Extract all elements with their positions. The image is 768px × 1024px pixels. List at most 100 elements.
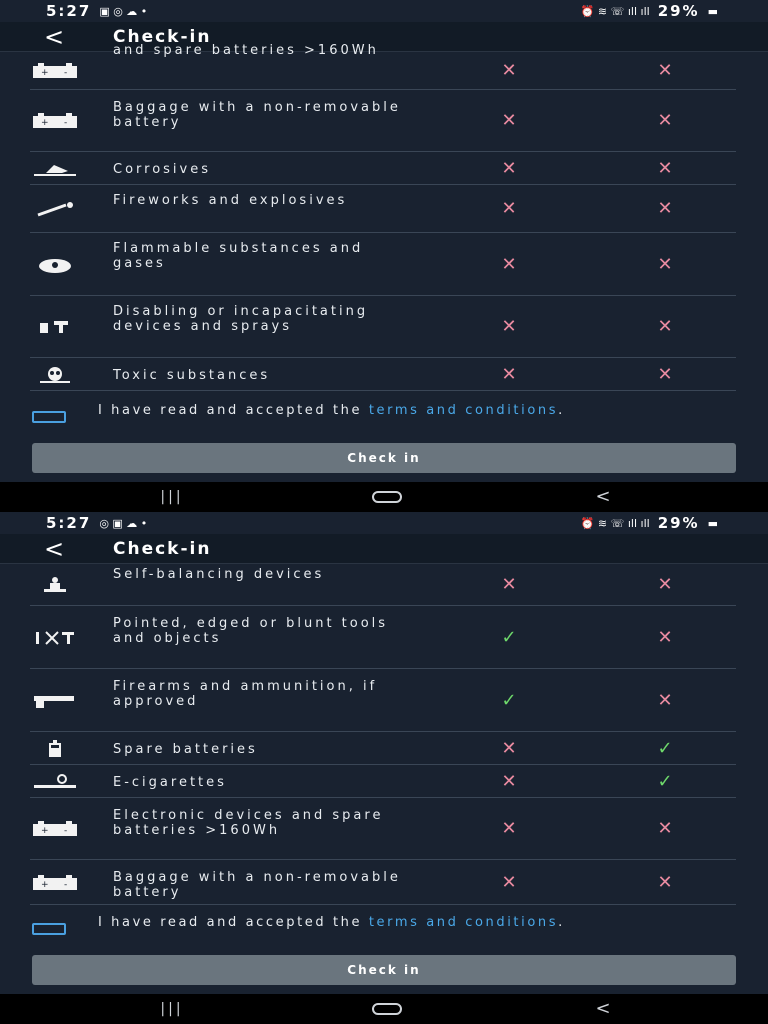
svg-text:-: -	[64, 118, 67, 128]
hold-cross-icon: ✕	[657, 316, 673, 337]
back-arrow-icon[interactable]: <	[44, 534, 64, 564]
row-divider	[30, 390, 736, 391]
list-item: Toxic substances ✕ ✕	[0, 358, 768, 391]
gun-icon	[30, 691, 80, 711]
terms-row[interactable]: I have read and accepted the terms and c…	[0, 907, 768, 953]
system-icons: ⏰ ≋ ☏ ıll ıll	[580, 4, 650, 18]
hold-cross-icon: ✕	[657, 818, 673, 839]
row-divider	[30, 904, 736, 905]
system-nav-bar: ||| <	[0, 994, 768, 1024]
page-title: Check-in	[113, 539, 212, 559]
hoverboard-icon	[30, 575, 80, 595]
svg-text:+: +	[41, 826, 49, 836]
battery-pack-icon: + -	[30, 61, 80, 81]
cabin-check-icon: ✓	[501, 626, 517, 648]
svg-text:+: +	[41, 880, 49, 890]
hold-cross-icon: ✕	[657, 871, 673, 893]
list-item: Corrosives ✕ ✕	[0, 152, 768, 185]
cabin-cross-icon: ✕	[501, 253, 517, 275]
hold-cross-icon: ✕	[657, 573, 673, 595]
list-item: Flammable substances and gases ✕ ✕	[0, 233, 768, 296]
cabin-cross-icon: ✕	[501, 316, 517, 337]
skull-icon	[30, 365, 80, 385]
item-label: and spare batteries >160Wh	[113, 43, 379, 58]
tools-icon	[30, 628, 80, 648]
hold-check-icon: ✓	[657, 770, 673, 792]
battery-icon: ▬	[707, 4, 718, 18]
system-back-icon[interactable]: <	[583, 482, 623, 512]
hold-cross-icon: ✕	[657, 253, 673, 275]
item-label: Self-balancing devices	[113, 567, 325, 582]
item-label: Baggage with a non-removable battery	[113, 100, 401, 130]
item-label: Flammable substances and gases	[113, 241, 364, 271]
status-time: 5:27	[46, 2, 92, 20]
back-arrow-icon[interactable]: <	[44, 22, 64, 52]
system-icons: ⏰ ≋ ☏ ıll ıll	[580, 516, 650, 530]
recent-apps-icon[interactable]: |||	[152, 994, 192, 1024]
spray-icon	[30, 317, 80, 337]
svg-text:+: +	[41, 118, 49, 128]
item-label: Electronic devices and spare batteries >…	[113, 808, 384, 838]
item-label: Fireworks and explosives	[113, 193, 348, 208]
corrosives-icon	[30, 159, 80, 179]
list-item: + - Baggage with a non-removable battery ✕ ✕	[0, 860, 768, 905]
cabin-cross-icon: ✕	[501, 198, 517, 219]
hold-cross-icon: ✕	[657, 689, 673, 711]
battery-pack-icon: + -	[30, 819, 80, 839]
battery-percent: 29%	[657, 2, 700, 20]
list-item: Self-balancing devices ✕ ✕	[0, 563, 768, 606]
screen-bottom: 5:27 ◎ ▣ ☁ • ⏰ ≋ ☏ ıll ıll 29% ▬ < Check…	[0, 512, 768, 1024]
battery-icon: ▬	[707, 516, 718, 530]
battery-pack-icon: + -	[30, 873, 80, 893]
list-item: + - and spare batteries >160Wh ✕ ✕	[0, 43, 768, 90]
system-back-icon[interactable]: <	[583, 994, 623, 1024]
item-label: Disabling or incapacitating devices and …	[113, 304, 369, 334]
home-icon[interactable]	[367, 994, 407, 1024]
notification-icons: ◎ ▣ ☁ •	[99, 516, 148, 530]
list-item: Pointed, edged or blunt tools and object…	[0, 606, 768, 669]
item-label: E-cigarettes	[113, 775, 227, 790]
system-nav-bar: ||| <	[0, 482, 768, 512]
hold-cross-icon: ✕	[657, 363, 673, 385]
terms-link[interactable]: terms and conditions	[369, 915, 558, 930]
status-bar: 5:27 ▣ ◎ ☁ • ⏰ ≋ ☏ ıll ıll 29% ▬	[0, 0, 768, 22]
list-item: Firearms and ammunition, if approved ✓ ✕	[0, 669, 768, 732]
terms-text: I have read and accepted the terms and c…	[98, 403, 565, 418]
check-in-button[interactable]: Check in	[32, 955, 736, 985]
item-label: Firearms and ammunition, if approved	[113, 679, 378, 709]
list-item: Disabling or incapacitating devices and …	[0, 296, 768, 358]
list-item: + - Baggage with a non-removable battery ✕ ✕	[0, 90, 768, 152]
list-item: Fireworks and explosives ✕ ✕	[0, 185, 768, 233]
flame-icon	[30, 255, 80, 275]
terms-row[interactable]: I have read and accepted the terms and c…	[0, 395, 768, 441]
cabin-cross-icon: ✕	[501, 871, 517, 893]
hold-cross-icon: ✕	[657, 110, 673, 131]
terms-checkbox[interactable]	[32, 411, 66, 423]
status-time: 5:27	[46, 514, 92, 532]
cabin-cross-icon: ✕	[501, 737, 517, 759]
item-label: Pointed, edged or blunt tools and object…	[113, 616, 389, 646]
status-bar: 5:27 ◎ ▣ ☁ • ⏰ ≋ ☏ ıll ıll 29% ▬	[0, 512, 768, 534]
list-item: Spare batteries ✕ ✓	[0, 732, 768, 765]
hold-check-icon: ✓	[657, 737, 673, 759]
svg-text:-: -	[64, 826, 67, 836]
hold-cross-icon: ✕	[657, 157, 673, 179]
cabin-cross-icon: ✕	[501, 157, 517, 179]
item-label: Spare batteries	[113, 742, 258, 757]
list-item: + - Electronic devices and spare batteries…	[0, 798, 768, 860]
item-label: Toxic substances	[113, 368, 271, 383]
app-bar: < Check-in	[0, 534, 768, 564]
cabin-cross-icon: ✕	[501, 363, 517, 385]
battery-pack-icon: + -	[30, 111, 80, 131]
hold-cross-icon: ✕	[657, 198, 673, 219]
check-in-button[interactable]: Check in	[32, 443, 736, 473]
home-icon[interactable]	[367, 482, 407, 512]
recent-apps-icon[interactable]: |||	[152, 482, 192, 512]
svg-text:-: -	[64, 880, 67, 890]
cabin-cross-icon: ✕	[501, 818, 517, 839]
cabin-cross-icon: ✕	[501, 573, 517, 595]
terms-checkbox[interactable]	[32, 923, 66, 935]
terms-link[interactable]: terms and conditions	[369, 403, 558, 418]
battery-icon	[30, 739, 80, 759]
ecig-icon	[30, 772, 80, 792]
